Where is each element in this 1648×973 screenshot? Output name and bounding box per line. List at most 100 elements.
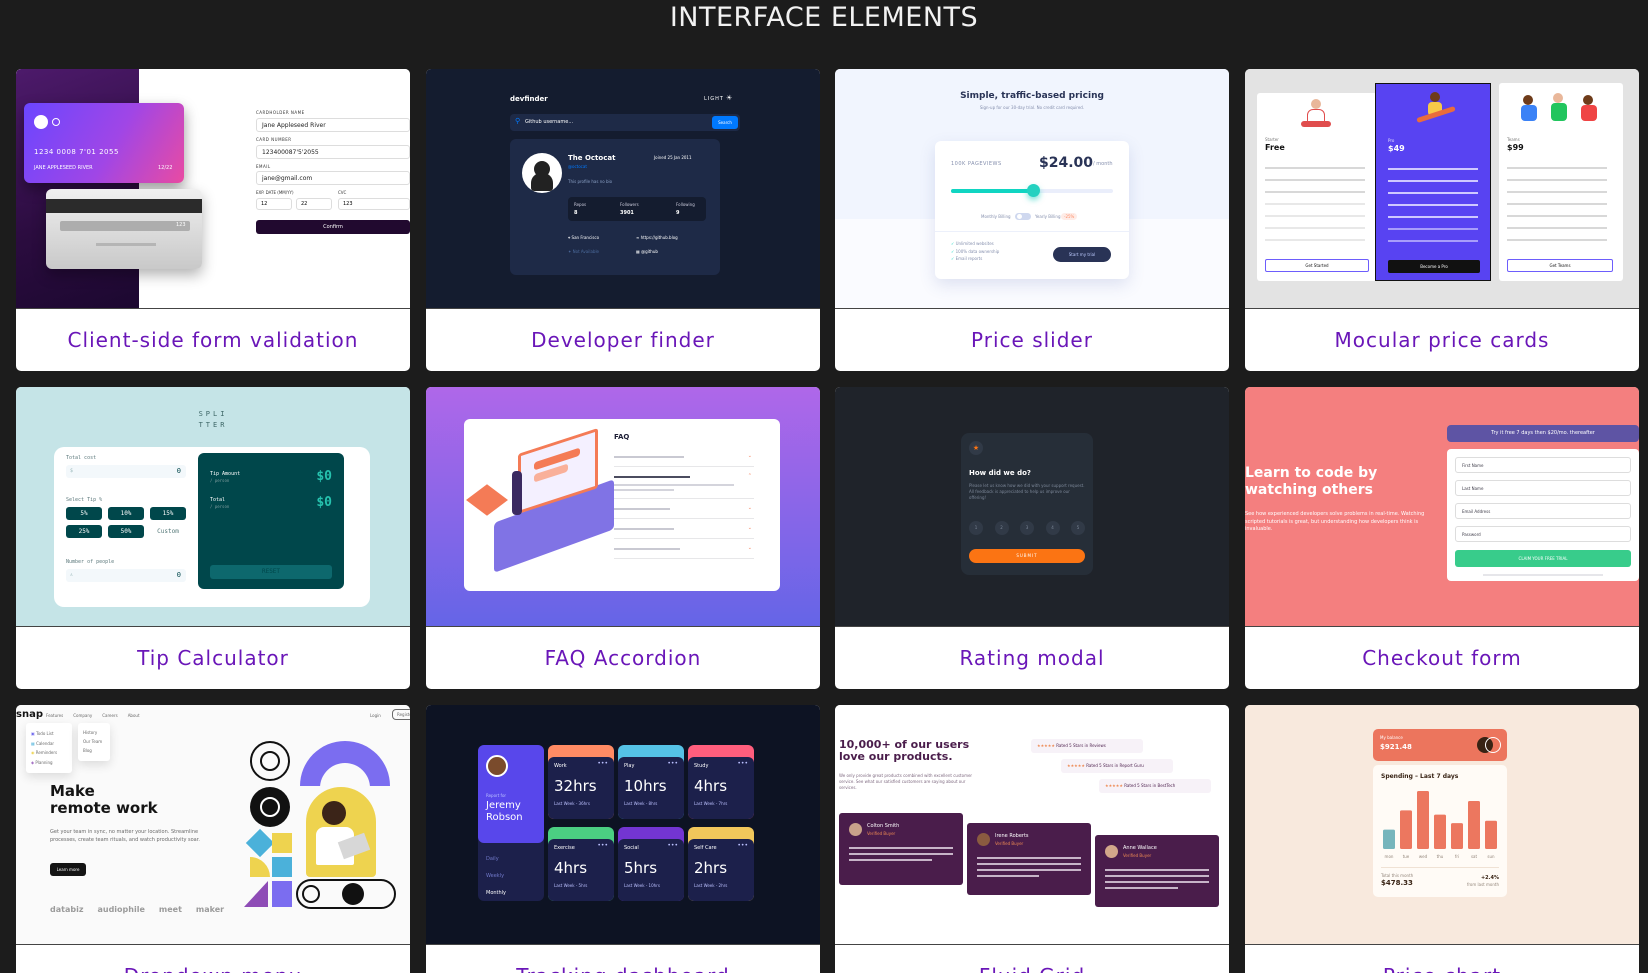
sun-icon[interactable]: ☀ bbox=[726, 94, 732, 102]
nav-careers[interactable]: Careers bbox=[102, 713, 117, 718]
menu-blog[interactable]: Blog bbox=[83, 747, 105, 756]
activity-tile[interactable]: Study ••• 4hrs Last Week - 7hrs bbox=[688, 745, 754, 819]
password-input[interactable]: Password bbox=[1455, 526, 1631, 542]
spending-bar-sat[interactable] bbox=[1468, 801, 1480, 849]
project-card-faq-accordion[interactable]: FAQ ⌄ ⌃ ⌄ ⌄ ⌄ FAQ Accordion bbox=[426, 387, 820, 689]
spending-bar-sun[interactable] bbox=[1485, 820, 1497, 849]
tip-50-button[interactable]: 50% bbox=[108, 525, 144, 538]
menu-todo[interactable]: ▣ Todo List bbox=[31, 729, 67, 739]
faq-item[interactable]: ⌄ bbox=[614, 449, 754, 467]
bill-input[interactable]: $ 0 bbox=[66, 465, 186, 478]
become-pro-button[interactable]: Become a Pro bbox=[1388, 260, 1480, 273]
tip-25-button[interactable]: 25% bbox=[66, 525, 102, 538]
first-name-input[interactable]: First Name bbox=[1455, 457, 1631, 473]
rating-option-5[interactable]: 5 bbox=[1071, 521, 1085, 535]
start-trial-button[interactable]: Start my trial bbox=[1053, 247, 1111, 262]
name-input[interactable]: Jane Appleseed River bbox=[256, 117, 410, 132]
preview-mocular-price-cards: Starter Free Get Started Pro $49 Become … bbox=[1245, 69, 1639, 309]
claim-trial-button[interactable]: CLAIM YOUR FREE TRIAL bbox=[1455, 550, 1631, 567]
confirm-button[interactable]: Confirm bbox=[256, 220, 410, 235]
menu-planning[interactable]: ◈ Planning bbox=[31, 758, 67, 768]
spending-bar-tue[interactable] bbox=[1400, 810, 1412, 849]
tip-5-button[interactable]: 5% bbox=[66, 507, 102, 520]
project-card-developer-finder[interactable]: devfinder LIGHT ☀ ⚲ Github username... S… bbox=[426, 69, 820, 371]
period-monthly[interactable]: Monthly bbox=[486, 885, 506, 902]
project-card-fluid-grid[interactable]: 10,000+ of our users love our products. … bbox=[835, 705, 1229, 973]
project-card-price-slider[interactable]: Simple, traffic-based pricing Sign-up fo… bbox=[835, 69, 1229, 371]
ellipsis-icon[interactable]: ••• bbox=[737, 842, 748, 849]
people-input[interactable]: ♙ 0 bbox=[66, 569, 186, 582]
rating-option-2[interactable]: 2 bbox=[994, 521, 1009, 535]
theme-toggle[interactable]: LIGHT bbox=[704, 96, 724, 102]
blog-link[interactable]: https://github.blog bbox=[641, 235, 678, 240]
faq-item[interactable]: ⌃ bbox=[614, 469, 754, 499]
search-bar[interactable]: ⚲ Github username... Search bbox=[510, 114, 740, 131]
project-card-dropdown-menu[interactable]: snap Features Company Careers About Logi… bbox=[16, 705, 410, 973]
splitter-logo-line1: SPLI bbox=[198, 410, 228, 418]
email-input[interactable]: jane@gmail.com bbox=[256, 171, 410, 186]
project-card-mocular-price-cards[interactable]: Starter Free Get Started Pro $49 Become … bbox=[1245, 69, 1639, 371]
project-card-checkout-form[interactable]: Learn to code by watching others See how… bbox=[1245, 387, 1639, 689]
tile-last-week: Last Week - 10hrs bbox=[624, 883, 660, 888]
email-input[interactable]: Email Address bbox=[1455, 503, 1631, 519]
slider-thumb[interactable] bbox=[1027, 184, 1040, 197]
login-link[interactable]: Login bbox=[370, 713, 381, 718]
ellipsis-icon[interactable]: ••• bbox=[597, 760, 608, 767]
activity-tile[interactable]: Play ••• 10hrs Last Week - 8hrs bbox=[618, 745, 684, 819]
testimonial-name: Irene Roberts bbox=[995, 833, 1029, 839]
learn-more-button[interactable]: Learn more bbox=[50, 863, 86, 876]
client-databiz: databiz bbox=[50, 905, 84, 914]
cvc-input[interactable]: 123 bbox=[338, 198, 410, 211]
ellipsis-icon[interactable]: ••• bbox=[737, 760, 748, 767]
rating-option-4[interactable]: 4 bbox=[1045, 521, 1060, 535]
testimonial-body: We only provide great products combined … bbox=[839, 773, 973, 790]
ellipsis-icon[interactable]: ••• bbox=[667, 842, 678, 849]
menu-history[interactable]: History bbox=[83, 729, 105, 738]
spending-bar-thu[interactable] bbox=[1434, 814, 1446, 849]
get-teams-button[interactable]: Get Teams bbox=[1507, 259, 1613, 272]
spending-bar-mon[interactable] bbox=[1383, 829, 1395, 849]
activity-tile[interactable]: Social ••• 5hrs Last Week - 10hrs bbox=[618, 827, 684, 901]
menu-team[interactable]: Our Team bbox=[83, 738, 105, 747]
tip-custom-input[interactable]: Custom bbox=[150, 525, 186, 538]
activity-tile[interactable]: Work ••• 32hrs Last Week - 36hrs bbox=[548, 745, 614, 819]
project-card-price-chart[interactable]: My balance $921.48 Spending – Last 7 day… bbox=[1245, 705, 1639, 973]
search-button[interactable]: Search bbox=[712, 116, 738, 129]
price-range-slider[interactable] bbox=[951, 184, 1113, 197]
nav-company[interactable]: Company bbox=[73, 713, 92, 718]
faq-item[interactable]: ⌄ bbox=[614, 501, 754, 519]
nav-features[interactable]: Features bbox=[46, 713, 63, 718]
activity-tile[interactable]: Self Care ••• 2hrs Last Week - 2hrs bbox=[688, 827, 754, 901]
tip-10-button[interactable]: 10% bbox=[108, 507, 144, 520]
reset-button[interactable]: RESET bbox=[210, 565, 332, 579]
ellipsis-icon[interactable]: ••• bbox=[667, 760, 678, 767]
ellipsis-icon[interactable]: ••• bbox=[597, 842, 608, 849]
profile-handle[interactable]: @octocat bbox=[568, 164, 587, 169]
tip-15-button[interactable]: 15% bbox=[150, 507, 186, 520]
faq-item[interactable]: ⌄ bbox=[614, 541, 754, 559]
project-card-rating-modal[interactable]: ★ How did we do? Please let us know how … bbox=[835, 387, 1229, 689]
billing-toggle[interactable] bbox=[1015, 213, 1031, 220]
submit-button[interactable]: SUBMIT bbox=[969, 549, 1085, 563]
rating-option-1[interactable]: 1 bbox=[969, 521, 983, 535]
period-weekly[interactable]: Weekly bbox=[486, 868, 506, 885]
last-name-input[interactable]: Last Name bbox=[1455, 480, 1631, 496]
activity-tile[interactable]: Exercise ••• 4hrs Last Week - 5hrs bbox=[548, 827, 614, 901]
exp-yy-input[interactable]: 22 bbox=[296, 198, 332, 211]
project-card-tip-calculator[interactable]: SPLI TTER Total cost $ 0 Select Tip % 5%… bbox=[16, 387, 410, 689]
rating-option-3[interactable]: 3 bbox=[1020, 521, 1034, 535]
register-button[interactable]: Register bbox=[392, 709, 410, 720]
spending-bar-fri[interactable] bbox=[1451, 823, 1463, 849]
period-daily[interactable]: Daily bbox=[486, 851, 506, 868]
exp-mm-input[interactable]: 12 bbox=[256, 198, 292, 211]
stars-icon: ★★★★★ bbox=[1105, 783, 1125, 788]
card-number-input[interactable]: 123400087'5'2055 bbox=[256, 144, 410, 159]
get-started-button[interactable]: Get Started bbox=[1265, 259, 1369, 272]
menu-reminders[interactable]: ◉ Reminders bbox=[31, 748, 67, 758]
nav-about[interactable]: About bbox=[128, 713, 140, 718]
menu-calendar[interactable]: ▦ Calendar bbox=[31, 739, 67, 749]
spending-bar-wed[interactable] bbox=[1417, 791, 1429, 849]
faq-item[interactable]: ⌄ bbox=[614, 521, 754, 539]
project-card-tracking-dashboard[interactable]: Report for Jeremy Robson Daily Weekly Mo… bbox=[426, 705, 820, 973]
project-card-form-validation[interactable]: 1234 0008 7'01 2055 JANE APPLESEED RIVER… bbox=[16, 69, 410, 371]
